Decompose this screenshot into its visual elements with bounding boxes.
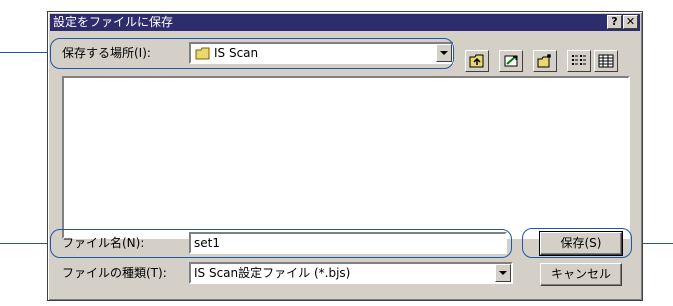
callout-save-button — [522, 228, 632, 258]
callout-save-in — [50, 38, 454, 69]
chevron-down-icon[interactable] — [495, 264, 511, 282]
up-folder-icon[interactable] — [465, 50, 489, 72]
new-folder-icon[interactable] — [533, 50, 557, 72]
file-type-dropdown[interactable]: IS Scan設定ファイル (*.bjs) — [189, 262, 513, 284]
help-button[interactable]: ? — [607, 15, 622, 29]
close-button[interactable]: ✕ — [623, 15, 638, 29]
dialog-title: 設定をファイルに保存 — [53, 15, 174, 29]
details-view-icon[interactable] — [594, 50, 618, 72]
cancel-button[interactable]: キャンセル — [540, 263, 622, 286]
callout-line-file-name — [0, 243, 50, 244]
file-list[interactable] — [62, 76, 630, 239]
desktop-icon[interactable] — [499, 50, 523, 72]
list-view-icon[interactable] — [567, 50, 591, 72]
file-type-value: IS Scan設定ファイル (*.bjs) — [194, 266, 351, 280]
callout-file-name — [50, 229, 512, 258]
file-type-label: ファイルの種類(T): — [62, 266, 167, 280]
callout-line-save-in — [0, 52, 50, 53]
title-bar: 設定をファイルに保存 ? ✕ — [50, 14, 640, 31]
